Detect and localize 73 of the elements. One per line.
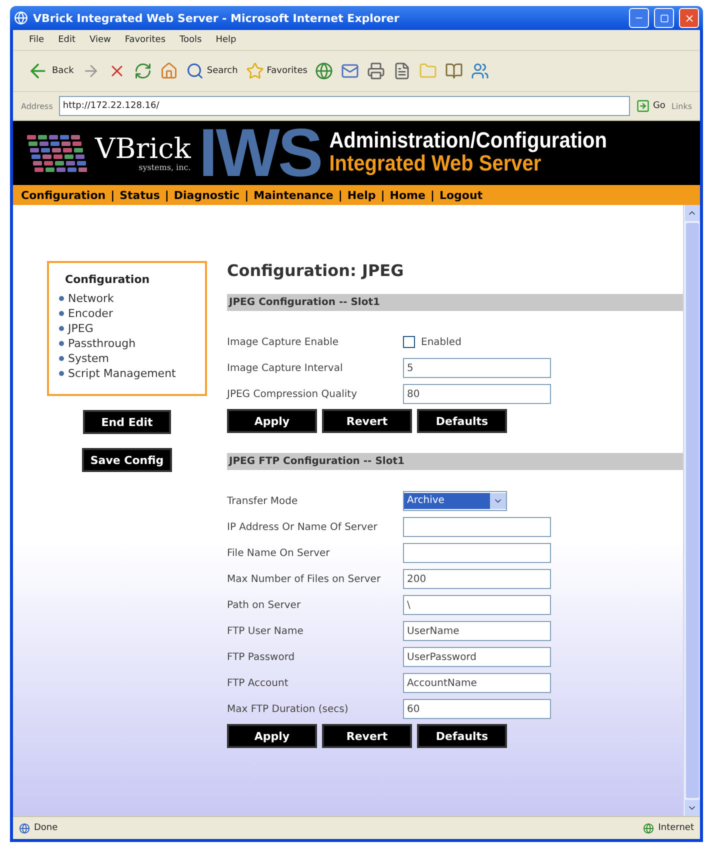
menu-item[interactable]: Favorites <box>124 35 166 45</box>
field-label: JPEG Compression Quality <box>227 388 358 400</box>
sidebar-link[interactable]: System <box>59 352 199 365</box>
field-label: File Name On Server <box>227 548 331 558</box>
text-field[interactable]: \ <box>403 595 551 615</box>
field-label: Path on Server <box>227 600 302 610</box>
field-label: Max Number of Files on Server <box>227 574 382 584</box>
nav-link[interactable]: Maintenance <box>254 188 334 202</box>
back-button[interactable]: Back <box>27 60 74 82</box>
menu-item[interactable]: Help <box>216 35 236 45</box>
iws-logo: IWS <box>198 121 322 185</box>
nav-separator: | <box>338 188 342 202</box>
menu-item[interactable]: View <box>90 35 111 45</box>
nav-separator: | <box>110 188 115 202</box>
field-label: IP Address Or Name Of Server <box>227 522 378 532</box>
field-label: FTP Account <box>227 678 290 688</box>
nav-separator: | <box>430 188 434 202</box>
text-field[interactable]: 80 <box>403 384 551 404</box>
nav-link[interactable]: Diagnostic <box>174 188 240 202</box>
field-label: FTP Password <box>227 652 296 662</box>
banner-heading: Administration/Configuration <box>329 128 607 154</box>
field-label: Image Capture Interval <box>227 362 344 374</box>
sidebar-link[interactable]: JPEG <box>59 322 199 335</box>
page-title: Configuration: JPEG <box>227 261 405 282</box>
favorites-button[interactable]: Favorites <box>246 62 308 80</box>
form-button[interactable]: Revert <box>322 409 412 433</box>
address-label: Address <box>21 102 53 110</box>
nav-separator: | <box>380 188 385 202</box>
zone-text: Internet <box>643 822 694 834</box>
nav-link[interactable]: Home <box>390 188 426 202</box>
links-label[interactable]: Links <box>671 102 692 110</box>
section-heading: JPEG FTP Configuration -- Slot1 <box>227 453 683 470</box>
menu-item[interactable]: File <box>29 35 44 45</box>
go-button[interactable]: Go <box>636 99 666 113</box>
nav-link[interactable]: Logout <box>439 188 483 202</box>
nav-separator: | <box>164 188 169 202</box>
form-button[interactable]: Defaults <box>417 409 507 433</box>
address-field[interactable]: http://172.22.128.16/ <box>58 96 630 116</box>
form-button[interactable]: Apply <box>227 724 317 748</box>
text-field[interactable]: 200 <box>403 569 551 589</box>
text-field[interactable]: UserName <box>403 621 551 641</box>
sidebar-button[interactable]: Save Config <box>82 448 172 472</box>
checkbox-label: Enabled <box>421 336 462 348</box>
text-field[interactable]: UserPassword <box>403 647 551 667</box>
sidebar-link[interactable]: Script Management <box>59 367 199 380</box>
field-label: Image Capture Enable <box>227 336 340 348</box>
nav-separator: | <box>244 188 249 202</box>
menu-item[interactable]: Edit <box>58 35 76 45</box>
nav-link[interactable]: Configuration <box>21 188 106 202</box>
search-button[interactable]: Search <box>186 62 238 80</box>
text-field[interactable]: 60 <box>403 699 551 719</box>
banner-subheading: Integrated Web Server <box>329 152 542 178</box>
sidebar-link[interactable]: Encoder <box>59 307 199 320</box>
sidebar-title: Configuration <box>64 273 151 288</box>
field-label: Transfer Mode <box>227 496 299 506</box>
form-button[interactable]: Revert <box>322 724 412 748</box>
section-heading: JPEG Configuration -- Slot1 <box>227 294 683 311</box>
form-button[interactable]: Apply <box>227 409 317 433</box>
menu-item[interactable]: Tools <box>180 35 202 45</box>
status-text: Done <box>19 822 58 834</box>
text-field[interactable]: 5 <box>403 358 551 378</box>
form-button[interactable]: Defaults <box>417 724 507 748</box>
sidebar-link[interactable]: Passthrough <box>59 337 199 350</box>
field-label: Max FTP Duration (secs) <box>227 704 350 714</box>
text-field[interactable]: AccountName <box>403 673 551 693</box>
sidebar-button[interactable]: End Edit <box>83 410 171 434</box>
window-title: VBrick Integrated Web Server - Microsoft Internet Explorer <box>33 12 400 24</box>
nav-link[interactable]: Status <box>120 188 160 202</box>
sidebar-link[interactable]: Network <box>59 292 199 305</box>
field-label: FTP User Name <box>227 626 304 636</box>
vbrick-logo: VBrick systems, inc. <box>95 134 191 172</box>
nav-link[interactable]: Help <box>347 188 376 202</box>
transfer-mode-select[interactable]: Archive <box>403 491 507 511</box>
